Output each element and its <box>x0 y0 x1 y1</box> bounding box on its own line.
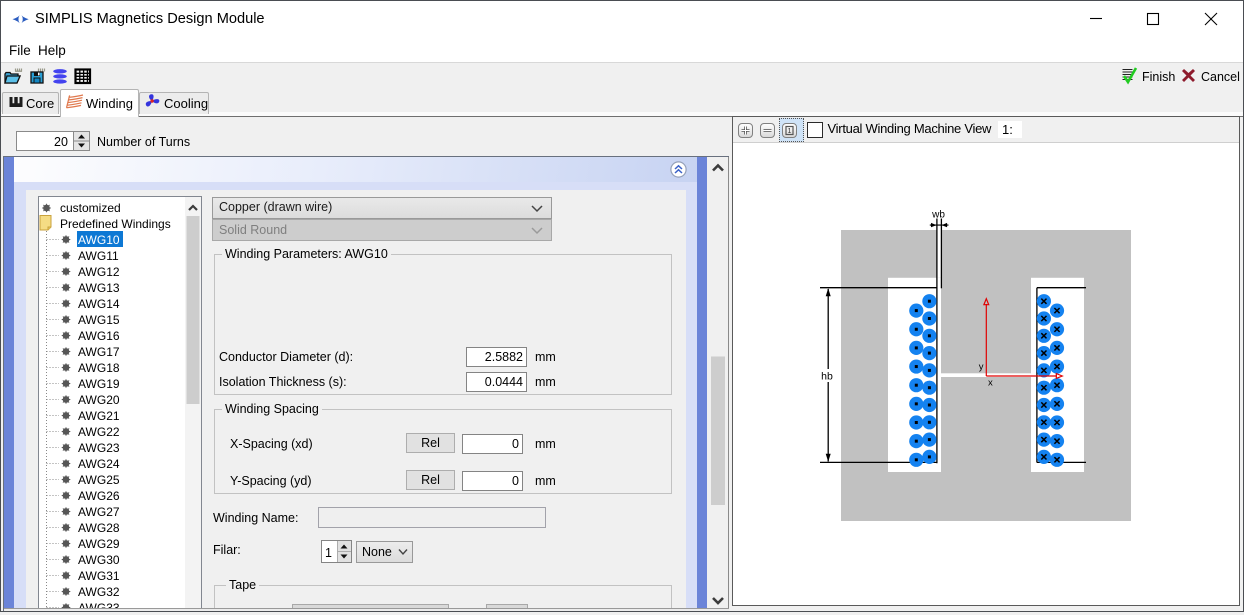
svg-text:hb: hb <box>821 371 833 383</box>
svg-text:y: y <box>979 362 984 373</box>
svg-text:wb: wb <box>931 210 945 221</box>
svg-text:x: x <box>988 378 993 389</box>
svg-text:1: 1 <box>788 128 792 135</box>
